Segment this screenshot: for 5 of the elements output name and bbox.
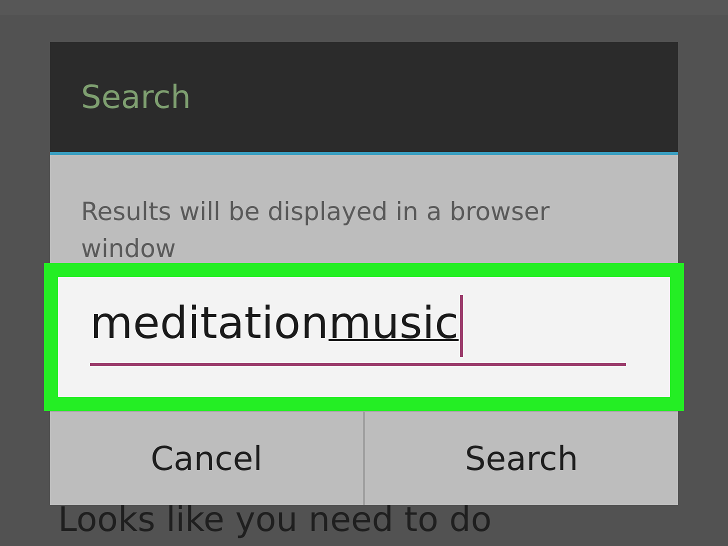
dialog-title: Search: [81, 78, 191, 116]
cancel-button[interactable]: Cancel: [50, 411, 363, 505]
search-field[interactable]: meditationmusic: [58, 277, 670, 397]
dialog-message: Results will be displayed in a browser window: [81, 196, 551, 265]
search-button[interactable]: Search: [363, 411, 678, 505]
